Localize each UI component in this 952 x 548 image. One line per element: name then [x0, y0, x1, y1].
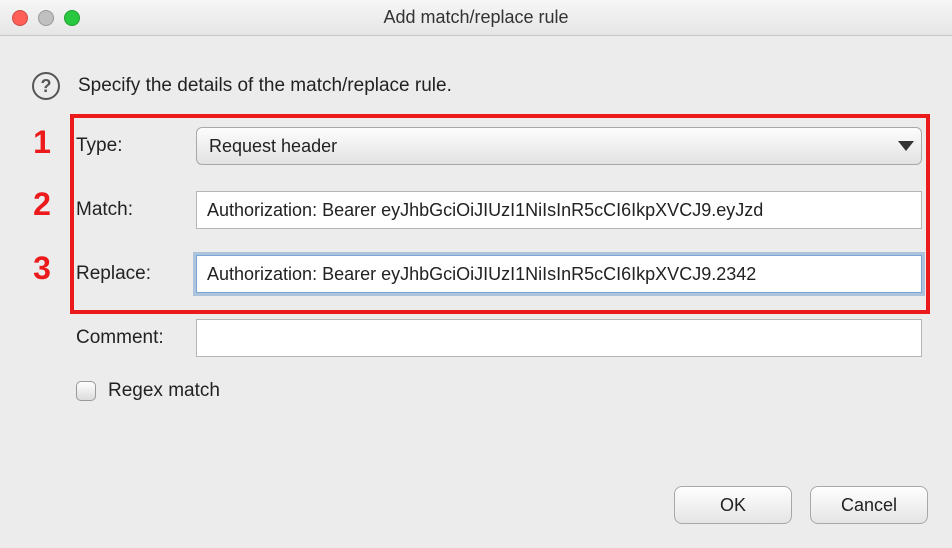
row-type: Type: Request header: [76, 124, 922, 168]
label-replace: Replace:: [76, 263, 196, 285]
cancel-button[interactable]: Cancel: [810, 486, 928, 524]
match-input[interactable]: [196, 191, 922, 229]
instruction-row: ? Specify the details of the match/repla…: [30, 72, 922, 100]
replace-input[interactable]: [196, 255, 922, 293]
row-match: Match:: [76, 188, 922, 232]
label-match: Match:: [76, 199, 196, 221]
annotation-2: 2: [22, 186, 62, 223]
window-titlebar: Add match/replace rule: [0, 0, 952, 36]
form-area: 1 2 3 Type: Request header Match: Replac…: [76, 124, 922, 402]
close-window-button[interactable]: [12, 10, 28, 26]
instruction-text: Specify the details of the match/replace…: [78, 75, 452, 97]
chevron-down-icon: [898, 141, 914, 151]
type-select[interactable]: Request header: [196, 127, 922, 165]
label-type: Type:: [76, 135, 196, 157]
ok-button[interactable]: OK: [674, 486, 792, 524]
row-regex: Regex match: [76, 380, 922, 402]
maximize-window-button[interactable]: [64, 10, 80, 26]
dialog-content: ? Specify the details of the match/repla…: [0, 36, 952, 402]
annotation-1: 1: [22, 124, 62, 161]
row-replace: Replace:: [76, 252, 922, 296]
annotation-3: 3: [22, 250, 62, 287]
row-comment: Comment:: [76, 316, 922, 360]
label-comment: Comment:: [76, 327, 196, 349]
regex-checkbox[interactable]: [76, 381, 96, 401]
type-select-value: Request header: [196, 127, 922, 165]
help-icon[interactable]: ?: [32, 72, 60, 100]
comment-input[interactable]: [196, 319, 922, 357]
window-title: Add match/replace rule: [0, 7, 952, 28]
minimize-window-button: [38, 10, 54, 26]
label-regex: Regex match: [108, 380, 220, 402]
traffic-lights: [12, 10, 80, 26]
dialog-buttons: OK Cancel: [674, 486, 928, 524]
